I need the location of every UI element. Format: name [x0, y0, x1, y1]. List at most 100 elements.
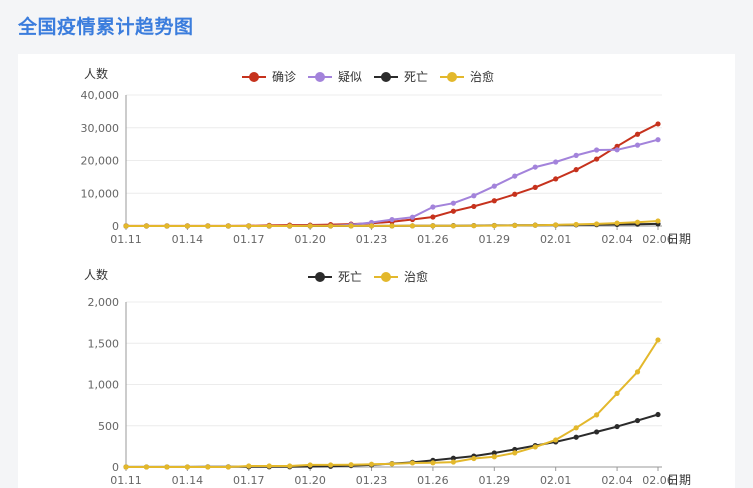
- data-point[interactable]: [348, 223, 354, 229]
- data-point[interactable]: [246, 463, 252, 469]
- data-point[interactable]: [123, 464, 129, 470]
- data-point[interactable]: [266, 463, 272, 469]
- data-point[interactable]: [164, 464, 170, 470]
- data-point[interactable]: [389, 461, 395, 467]
- data-point[interactable]: [225, 223, 231, 229]
- data-point[interactable]: [594, 412, 600, 418]
- data-point[interactable]: [573, 221, 579, 228]
- data-point[interactable]: [491, 183, 497, 189]
- y-tick-label: 40,000: [81, 89, 120, 102]
- data-point[interactable]: [594, 429, 600, 435]
- data-point[interactable]: [143, 464, 150, 470]
- data-point[interactable]: [532, 184, 538, 190]
- x-tick-label: 01.23: [356, 233, 388, 246]
- x-tick-label: 01.29: [479, 233, 511, 246]
- data-point[interactable]: [512, 222, 518, 229]
- data-point[interactable]: [512, 173, 518, 179]
- data-point[interactable]: [368, 223, 375, 229]
- legend-item-cured[interactable]: 治愈: [440, 69, 494, 84]
- data-point[interactable]: [307, 462, 313, 468]
- legend-item-confirmed[interactable]: 确诊: [242, 70, 296, 84]
- legend-item-cured[interactable]: 治愈: [374, 269, 428, 284]
- data-point[interactable]: [512, 450, 518, 456]
- data-point[interactable]: [409, 214, 416, 220]
- data-point[interactable]: [594, 147, 600, 153]
- data-point[interactable]: [246, 223, 252, 229]
- y-axis-title: 人数: [84, 66, 108, 81]
- data-point[interactable]: [573, 152, 579, 158]
- data-point[interactable]: [184, 223, 190, 229]
- data-point[interactable]: [532, 444, 538, 450]
- x-axis-title: 日期: [667, 473, 691, 487]
- data-point[interactable]: [655, 337, 661, 343]
- data-point[interactable]: [430, 223, 436, 229]
- data-point[interactable]: [450, 223, 456, 229]
- data-point[interactable]: [655, 137, 661, 143]
- data-point[interactable]: [634, 369, 641, 375]
- data-point[interactable]: [307, 223, 313, 229]
- data-point[interactable]: [430, 204, 436, 210]
- data-point[interactable]: [573, 167, 579, 173]
- data-point[interactable]: [471, 455, 477, 462]
- data-point[interactable]: [573, 425, 579, 431]
- legend-label: 疑似: [338, 69, 362, 84]
- data-point[interactable]: [594, 221, 600, 227]
- data-point[interactable]: [409, 460, 416, 466]
- data-point[interactable]: [655, 218, 661, 224]
- data-point[interactable]: [634, 131, 641, 137]
- data-point[interactable]: [471, 193, 477, 199]
- data-point[interactable]: [655, 411, 661, 418]
- data-point[interactable]: [532, 222, 538, 228]
- data-point[interactable]: [184, 464, 190, 470]
- data-point[interactable]: [450, 200, 456, 206]
- data-point[interactable]: [491, 454, 497, 460]
- data-point[interactable]: [512, 191, 518, 197]
- data-point[interactable]: [409, 223, 416, 229]
- data-point[interactable]: [471, 203, 477, 210]
- data-point[interactable]: [553, 176, 559, 182]
- data-point[interactable]: [328, 462, 334, 468]
- data-point[interactable]: [450, 208, 456, 214]
- legend-item-death[interactable]: 死亡: [374, 70, 428, 84]
- data-point[interactable]: [143, 223, 150, 229]
- data-point[interactable]: [655, 121, 661, 127]
- data-point[interactable]: [164, 223, 170, 229]
- data-point[interactable]: [368, 461, 375, 467]
- data-point[interactable]: [553, 437, 559, 443]
- legend-item-suspected[interactable]: 疑似: [308, 69, 362, 84]
- data-point[interactable]: [553, 159, 559, 165]
- legend-item-death[interactable]: 死亡: [308, 270, 362, 284]
- data-point[interactable]: [614, 220, 620, 226]
- data-point[interactable]: [287, 463, 293, 469]
- data-point[interactable]: [634, 142, 641, 148]
- data-point[interactable]: [614, 423, 620, 430]
- y-tick-label: 500: [98, 420, 119, 433]
- data-point[interactable]: [553, 222, 559, 228]
- data-point[interactable]: [287, 223, 293, 229]
- data-point[interactable]: [471, 223, 477, 229]
- data-point[interactable]: [614, 147, 620, 153]
- data-point[interactable]: [614, 390, 620, 397]
- data-point[interactable]: [389, 216, 395, 223]
- data-point[interactable]: [594, 156, 600, 162]
- data-point[interactable]: [634, 219, 641, 225]
- legend-marker: [315, 72, 325, 82]
- data-point[interactable]: [205, 223, 211, 229]
- data-point[interactable]: [634, 417, 641, 424]
- data-point[interactable]: [491, 222, 497, 229]
- data-point[interactable]: [205, 464, 211, 470]
- data-point[interactable]: [491, 198, 497, 204]
- data-point[interactable]: [532, 164, 538, 170]
- data-point[interactable]: [225, 464, 231, 470]
- legend-label: 治愈: [404, 269, 428, 284]
- data-point[interactable]: [573, 434, 579, 440]
- data-point[interactable]: [450, 459, 456, 465]
- data-point[interactable]: [430, 214, 436, 220]
- data-point[interactable]: [123, 223, 129, 229]
- data-point[interactable]: [389, 223, 395, 229]
- data-point[interactable]: [266, 223, 272, 229]
- data-point[interactable]: [430, 460, 436, 466]
- series-cured: [123, 337, 661, 470]
- data-point[interactable]: [328, 223, 334, 229]
- data-point[interactable]: [348, 462, 354, 468]
